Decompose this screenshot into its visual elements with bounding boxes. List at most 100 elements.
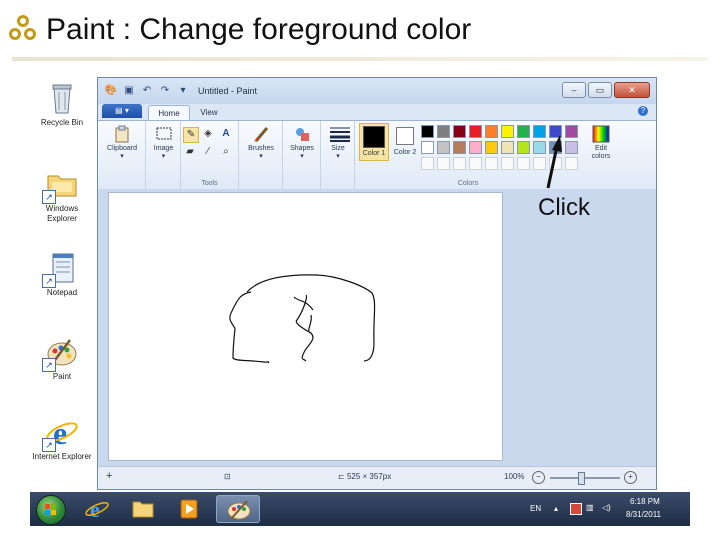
color-swatch[interactable] — [421, 125, 434, 138]
custom-color-slot[interactable] — [549, 157, 562, 170]
color-swatch[interactable] — [485, 141, 498, 154]
help-icon[interactable]: ? — [638, 106, 648, 116]
action-center-flag-icon[interactable] — [570, 503, 582, 515]
desktop-icon-notepad[interactable]: ↗ Notepad — [32, 250, 92, 298]
brushes-group: Brushes ▾ — [239, 121, 283, 189]
folder-icon — [132, 501, 154, 518]
title-divider — [12, 57, 708, 61]
desktop-icons: Recycle Bin ↗ Windows Explorer ↗ Notepad… — [32, 80, 92, 500]
eraser-icon[interactable]: ▰ — [183, 145, 197, 159]
status-bar: + ⊡ ⊏ 525 × 357px 100% − + — [98, 466, 656, 489]
image-button[interactable]: Image ▾ — [148, 125, 179, 161]
taskbar-internet-explorer[interactable]: e — [78, 495, 116, 523]
image-group: Image ▾ — [146, 121, 181, 189]
color-swatch[interactable] — [501, 125, 514, 138]
magnifier-icon[interactable]: ⌕ — [219, 145, 233, 159]
color-swatch[interactable] — [421, 141, 434, 154]
language-indicator[interactable]: EN — [530, 504, 541, 513]
color-swatch[interactable] — [469, 141, 482, 154]
clock-date[interactable]: 8/31/2011 — [626, 510, 661, 519]
color-swatch[interactable] — [469, 125, 482, 138]
custom-color-slot[interactable] — [485, 157, 498, 170]
save-icon[interactable]: ▣ — [122, 84, 136, 98]
start-button[interactable] — [36, 495, 66, 525]
color1-button[interactable]: Color 1 — [359, 123, 389, 161]
zoom-slider[interactable] — [550, 477, 620, 479]
color-swatch[interactable] — [517, 141, 530, 154]
color-picker-icon[interactable]: ⁄ — [201, 145, 215, 159]
clipboard-button[interactable]: Clipboard ▾ — [104, 125, 140, 161]
color-swatch[interactable] — [533, 125, 546, 138]
custom-color-slot[interactable] — [421, 157, 434, 170]
pencil-icon[interactable]: ✎ — [183, 127, 199, 143]
color-swatch[interactable] — [437, 141, 450, 154]
tab-view[interactable]: View — [192, 105, 226, 120]
colors-group: Color 1 Color 2 Edit colors Colors — [355, 121, 621, 189]
color-swatch[interactable] — [549, 141, 562, 154]
size-button[interactable]: Size ▾ — [323, 125, 353, 161]
slide-header: Paint : Change foreground color — [8, 8, 471, 52]
clipboard-group: Clipboard ▾ — [98, 121, 146, 189]
color-swatch[interactable] — [485, 125, 498, 138]
chevron-down-icon: ▾ — [259, 153, 263, 160]
shortcut-arrow-icon: ↗ — [42, 438, 56, 452]
clock-time[interactable]: 6:18 PM — [630, 497, 660, 506]
custom-color-slot[interactable] — [533, 157, 546, 170]
zoom-in-button[interactable]: + — [624, 471, 637, 484]
brush-icon — [252, 125, 270, 143]
drawing-canvas[interactable] — [108, 192, 503, 461]
custom-color-slot[interactable] — [565, 157, 578, 170]
color1-label: Color 1 — [362, 150, 386, 157]
fill-icon[interactable]: ◈ — [201, 127, 215, 141]
paint-menu-button[interactable]: ▤ ▾ — [102, 104, 142, 118]
text-icon[interactable]: A — [219, 127, 233, 141]
shapes-button[interactable]: Shapes ▾ — [285, 125, 319, 161]
volume-icon[interactable]: ◁) — [602, 503, 611, 512]
system-tray: EN ▴ ▥ ◁) 6:18 PM 8/31/2011 — [530, 492, 690, 526]
desktop-icon-recycle-bin[interactable]: Recycle Bin — [32, 80, 92, 128]
image-size-text: 525 × 357px — [346, 472, 392, 481]
color-swatch[interactable] — [453, 141, 466, 154]
color-swatch[interactable] — [453, 125, 466, 138]
color-swatch[interactable] — [549, 125, 562, 138]
tab-home[interactable]: Home — [148, 105, 190, 121]
color-swatch[interactable] — [517, 125, 530, 138]
slide-title: Paint : Change foreground color — [46, 13, 472, 46]
color2-button[interactable]: Color 2 — [391, 123, 419, 157]
color-swatch[interactable] — [533, 141, 546, 154]
redo-icon[interactable]: ↷ — [158, 84, 172, 98]
desktop-icon-internet-explorer[interactable]: e ↗ Internet Explorer — [32, 414, 92, 462]
zoom-out-button[interactable]: − — [532, 471, 545, 484]
network-icon[interactable]: ▥ — [586, 503, 594, 512]
desktop-icon-paint[interactable]: ↗ Paint — [32, 334, 92, 382]
close-button[interactable]: ✕ — [614, 82, 650, 98]
taskbar-media-player[interactable] — [170, 495, 208, 523]
custom-color-slot[interactable] — [501, 157, 514, 170]
edit-colors-button[interactable]: Edit colors — [585, 125, 617, 161]
media-player-icon — [180, 499, 198, 519]
clipboard-icon — [113, 125, 131, 143]
custom-color-slot[interactable] — [453, 157, 466, 170]
taskbar-windows-explorer[interactable] — [124, 495, 162, 523]
zoom-slider-thumb[interactable] — [578, 472, 585, 485]
color-swatch[interactable] — [565, 125, 578, 138]
customize-qat-icon[interactable]: ▾ — [176, 84, 190, 98]
custom-color-slot[interactable] — [437, 157, 450, 170]
paint-palette-icon: ↗ — [42, 334, 80, 372]
shapes-group: Shapes ▾ — [283, 121, 321, 189]
color1-swatch — [363, 126, 385, 148]
custom-color-slot[interactable] — [469, 157, 482, 170]
brushes-button[interactable]: Brushes ▾ — [243, 125, 279, 161]
undo-icon[interactable]: ↶ — [140, 84, 154, 98]
paint-window: 🎨 ▣ ↶ ↷ ▾ Untitled - Paint – ▭ ✕ ▤ ▾ Hom… — [97, 77, 657, 490]
color-swatch[interactable] — [437, 125, 450, 138]
show-hidden-icons-icon[interactable]: ▴ — [554, 504, 558, 513]
desktop-icon-windows-explorer[interactable]: ↗ Windows Explorer — [32, 166, 92, 224]
color-swatch[interactable] — [565, 141, 578, 154]
taskbar-paint[interactable] — [216, 495, 260, 523]
color-swatch[interactable] — [501, 141, 514, 154]
custom-color-slot[interactable] — [517, 157, 530, 170]
selection-icon: ⊡ — [224, 472, 231, 481]
minimize-button[interactable]: – — [562, 82, 586, 98]
maximize-button[interactable]: ▭ — [588, 82, 612, 98]
